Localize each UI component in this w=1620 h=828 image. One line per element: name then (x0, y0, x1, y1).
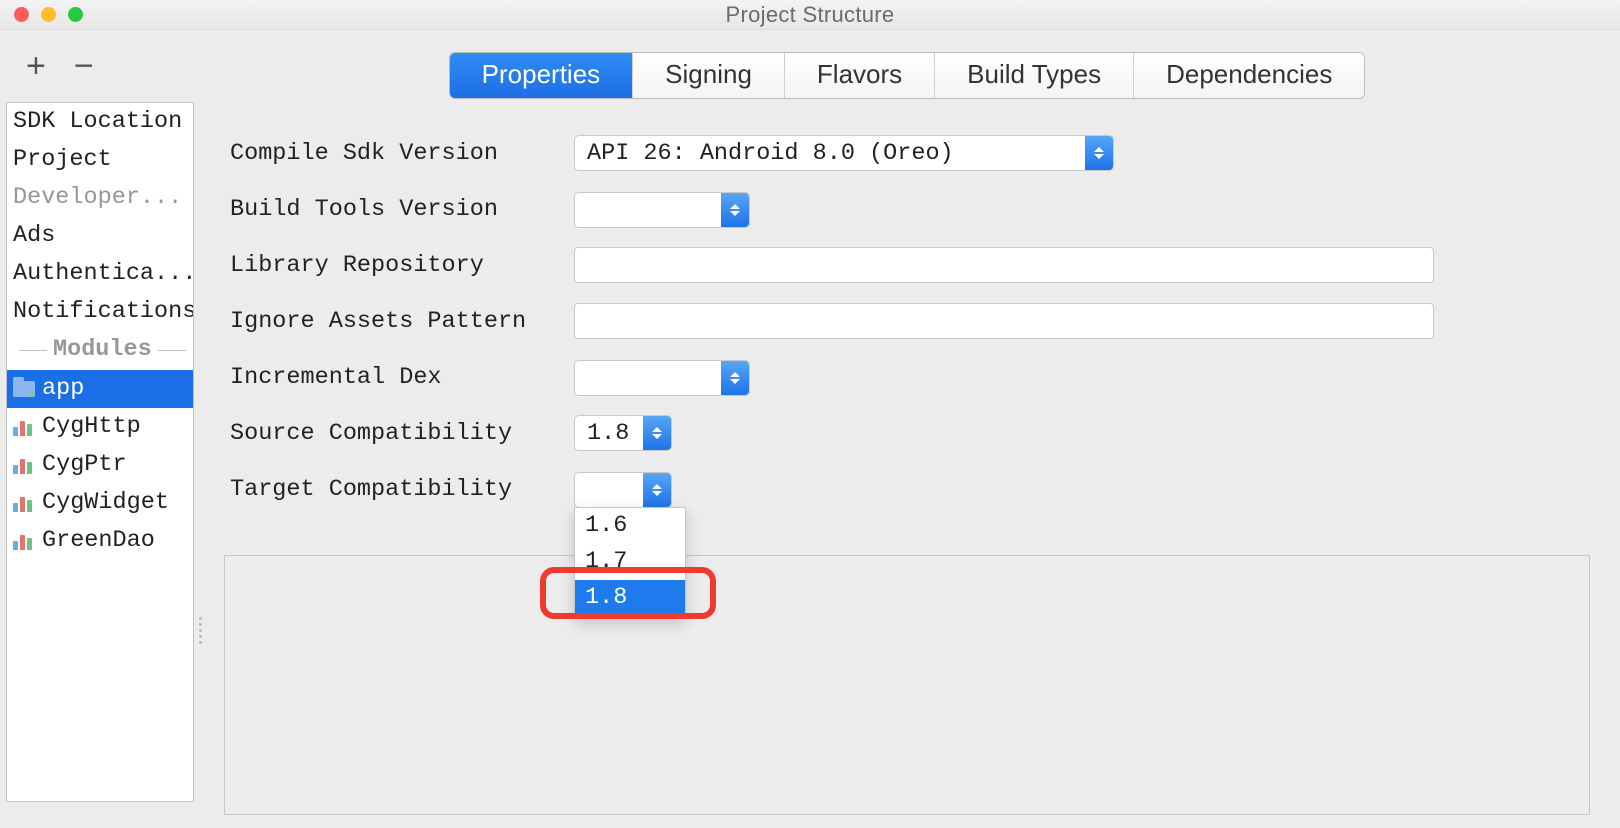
sidebar-module-cygptr[interactable]: CygPtr (7, 446, 193, 484)
sidebar-group-developer: Developer... (7, 179, 193, 217)
sidebar-item-sdk-location[interactable]: SDK Location (7, 103, 193, 141)
folder-icon (13, 381, 35, 397)
build-tools-label: Build Tools Version (224, 196, 574, 223)
chevron-updown-icon (643, 473, 671, 507)
target-compat-option[interactable]: 1.7 (575, 544, 685, 580)
sidebar-item-notifications[interactable]: Notifications (7, 293, 193, 331)
sidebar-item-ads[interactable]: Ads (7, 217, 193, 255)
split-handle[interactable] (197, 610, 204, 650)
target-compat-option[interactable]: 1.8 (575, 580, 685, 616)
chevron-updown-icon (643, 416, 671, 450)
target-compat-combo[interactable] (574, 472, 672, 508)
sidebar-item-project[interactable]: Project (7, 141, 193, 179)
incremental-dex-label: Incremental Dex (224, 364, 574, 391)
sidebar-group-modules: Modules (7, 331, 193, 370)
tab-signing[interactable]: Signing (633, 53, 785, 98)
tab-dependencies[interactable]: Dependencies (1134, 53, 1364, 98)
tab-flavors[interactable]: Flavors (785, 53, 935, 98)
tabs-container: Properties Signing Flavors Build Types D… (224, 52, 1590, 99)
module-label: GreenDao (42, 524, 155, 558)
window-controls (0, 7, 83, 22)
module-label: CygWidget (42, 486, 169, 520)
incremental-dex-combo[interactable] (574, 360, 750, 396)
module-icon (13, 418, 35, 436)
minimize-window-button[interactable] (41, 7, 56, 22)
remove-module-button[interactable]: − (74, 49, 94, 83)
target-compat-label: Target Compatibility (224, 476, 574, 503)
chevron-updown-icon (1085, 136, 1113, 170)
target-compat-option[interactable]: 1.6 (575, 508, 685, 544)
close-window-button[interactable] (14, 7, 29, 22)
compile-sdk-label: Compile Sdk Version (224, 140, 574, 167)
sidebar-module-app[interactable]: app (7, 370, 193, 408)
source-compat-label: Source Compatibility (224, 420, 574, 447)
library-repo-input[interactable] (574, 247, 1434, 283)
ignore-assets-input[interactable] (574, 303, 1434, 339)
content-area: Properties Signing Flavors Build Types D… (200, 30, 1620, 828)
titlebar: Project Structure (0, 0, 1620, 30)
build-tools-combo[interactable] (574, 192, 750, 228)
module-label: CygPtr (42, 448, 127, 482)
compile-sdk-combo[interactable]: API 26: Android 8.0 (Oreo) (574, 135, 1114, 171)
properties-form: Compile Sdk Version API 26: Android 8.0 … (224, 125, 1590, 517)
sidebar-column: + − SDK Location Project Developer... Ad… (0, 30, 200, 828)
ignore-assets-label: Ignore Assets Pattern (224, 308, 574, 335)
sidebar-module-greendao[interactable]: GreenDao (7, 522, 193, 560)
tab-build-types[interactable]: Build Types (935, 53, 1134, 98)
chevron-updown-icon (721, 361, 749, 395)
module-label: CygHttp (42, 410, 141, 444)
sidebar-module-cygwidget[interactable]: CygWidget (7, 484, 193, 522)
zoom-window-button[interactable] (68, 7, 83, 22)
sidebar-item-authentication[interactable]: Authentica... (7, 255, 193, 293)
add-module-button[interactable]: + (26, 49, 46, 83)
window-title: Project Structure (0, 2, 1620, 28)
module-icon (13, 494, 35, 512)
module-label: app (42, 372, 84, 406)
source-compat-value: 1.8 (575, 420, 641, 447)
details-panel (224, 555, 1590, 815)
module-icon (13, 532, 35, 550)
sidebar-list: SDK Location Project Developer... Ads Au… (6, 102, 194, 802)
chevron-updown-icon (721, 193, 749, 227)
library-repo-label: Library Repository (224, 252, 574, 279)
module-icon (13, 456, 35, 474)
compile-sdk-value: API 26: Android 8.0 (Oreo) (575, 140, 966, 167)
sidebar-module-cyghttp[interactable]: CygHttp (7, 408, 193, 446)
tab-properties[interactable]: Properties (450, 53, 634, 98)
tabstrip: Properties Signing Flavors Build Types D… (449, 52, 1366, 99)
source-compat-combo[interactable]: 1.8 (574, 415, 672, 451)
target-compat-popup: 1.6 1.7 1.8 (574, 507, 686, 617)
